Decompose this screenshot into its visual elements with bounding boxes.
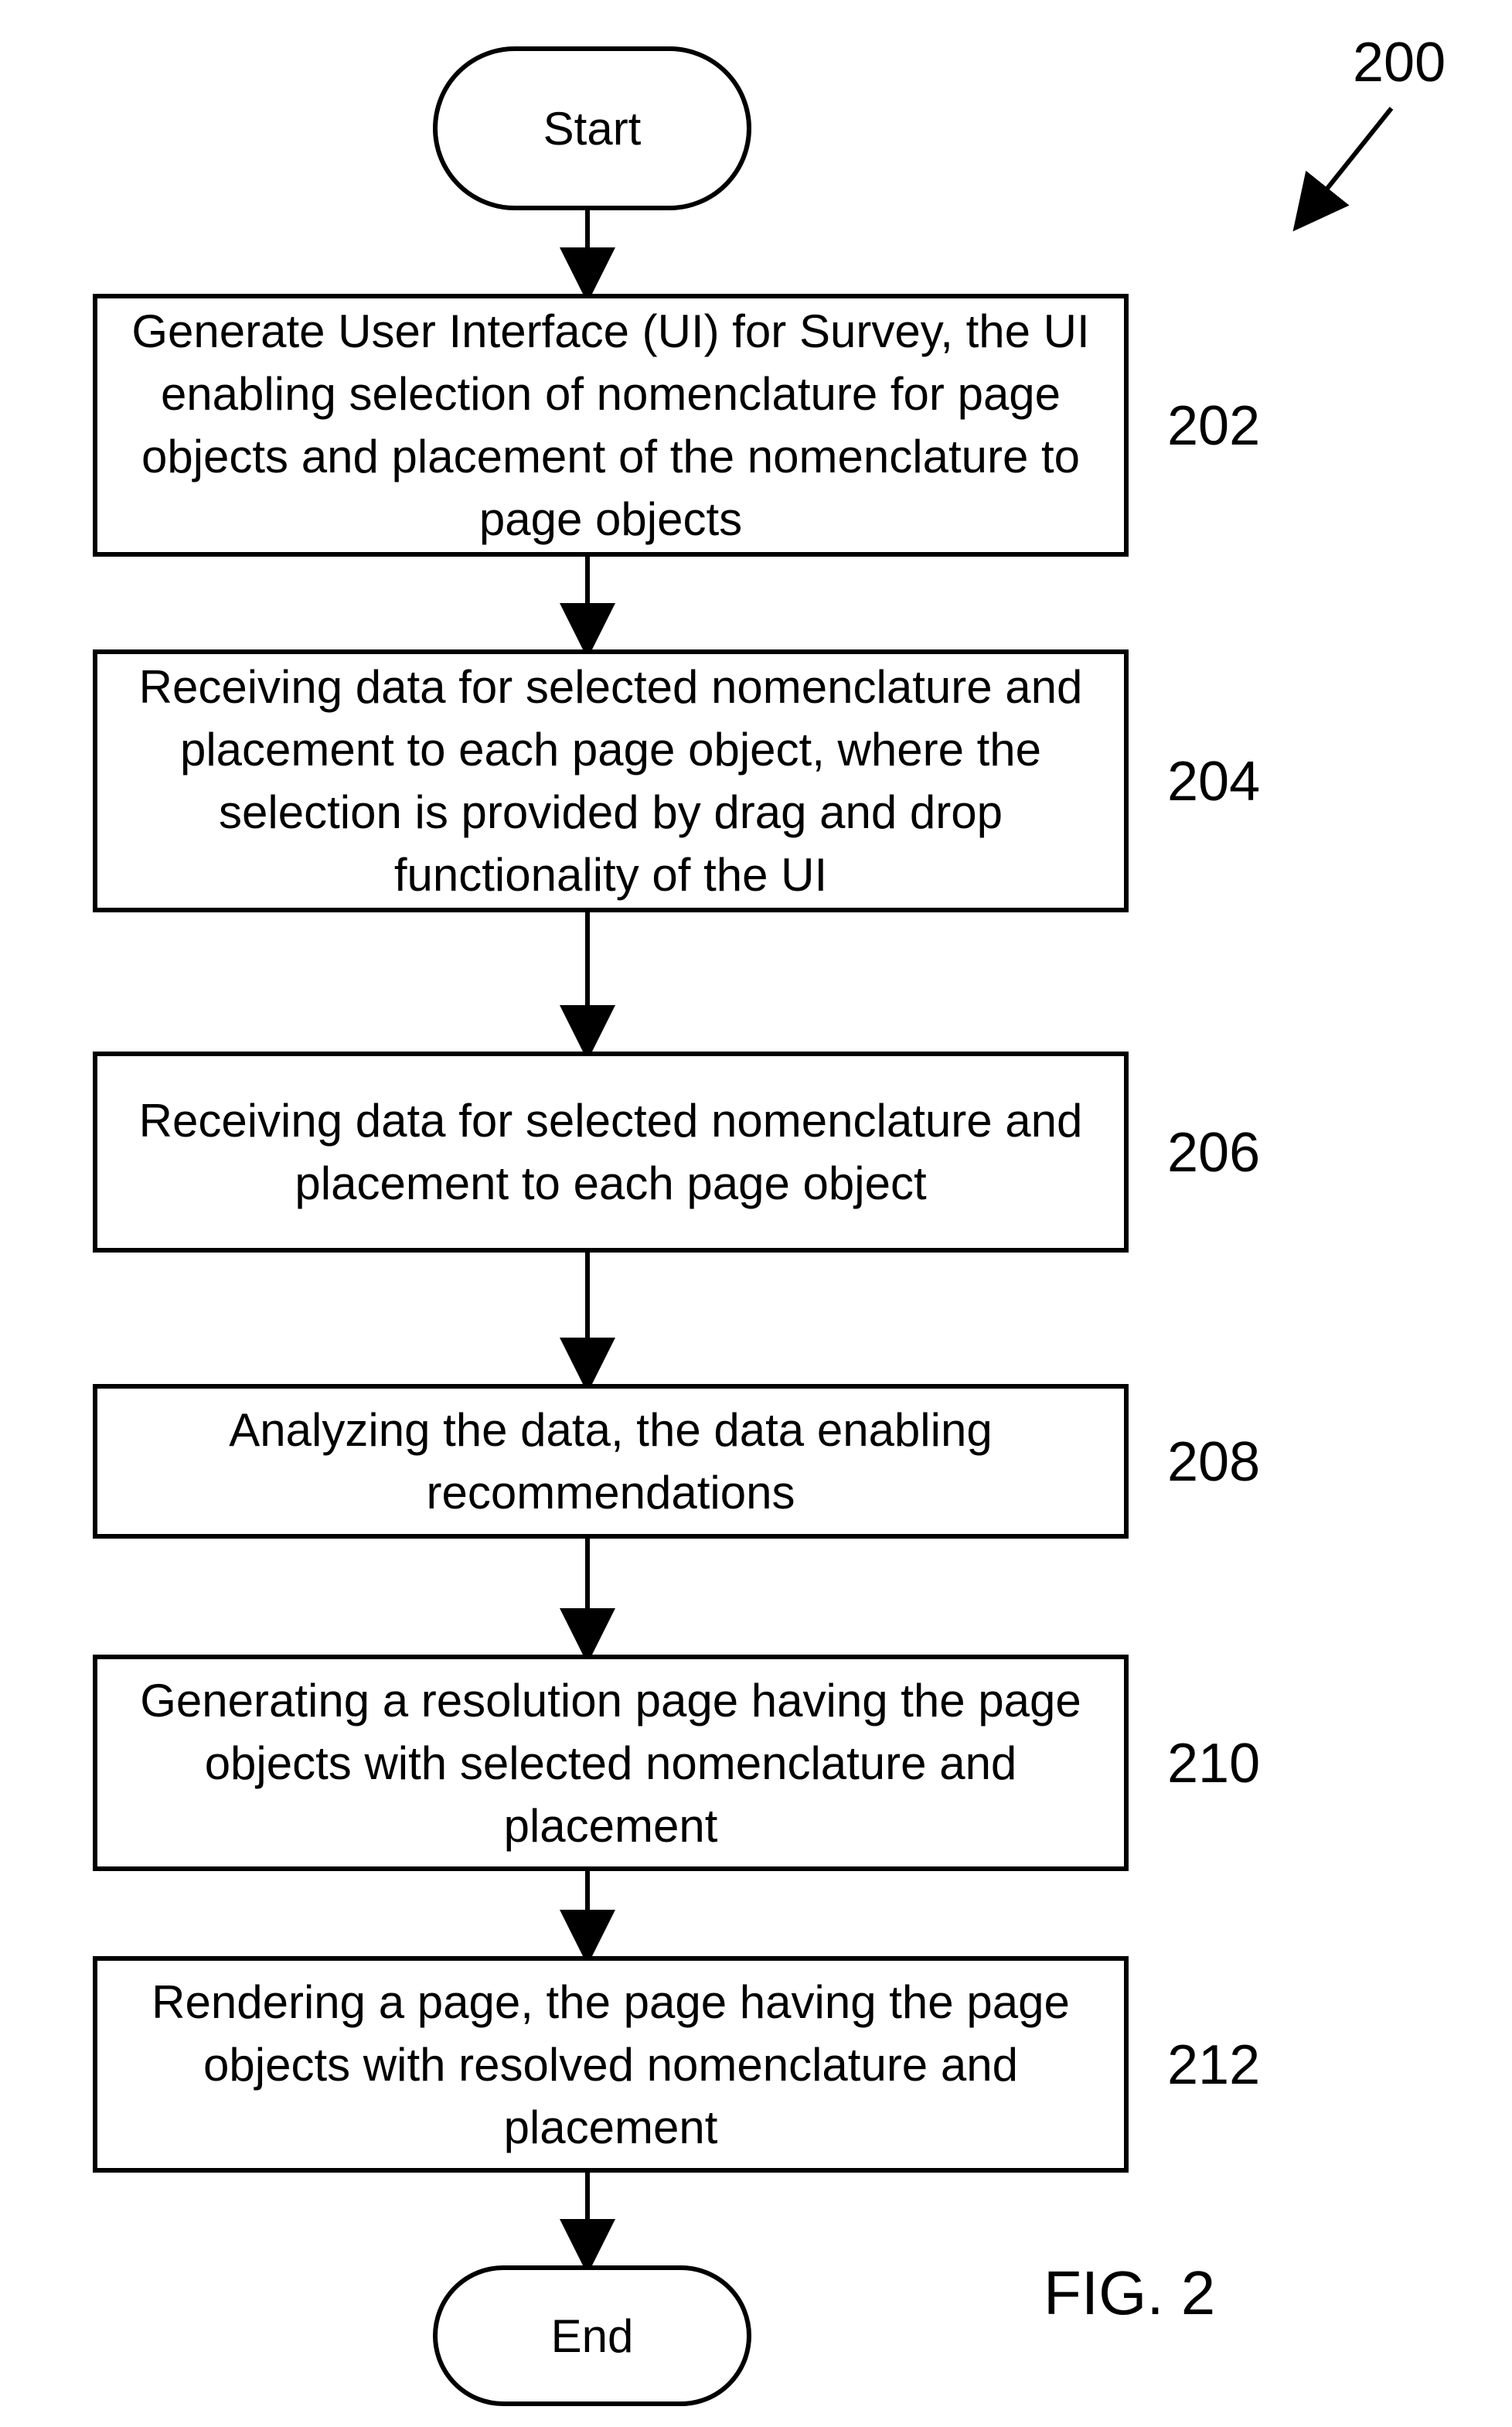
process-step-202: Generate User Interface (UI) for Survey,… — [93, 294, 1129, 557]
process-step-210-ref: 210 — [1167, 1732, 1260, 1795]
end-text: End — [551, 2309, 634, 2363]
start-terminator: Start — [433, 46, 751, 210]
process-step-206-text: Receiving data for selected nomenclature… — [128, 1089, 1093, 1215]
diagram-ref-label: 200 — [1353, 31, 1446, 94]
process-step-208: Analyzing the data, the data enabling re… — [93, 1384, 1129, 1539]
process-step-206: Receiving data for selected nomenclature… — [93, 1052, 1129, 1253]
start-text: Start — [543, 102, 642, 155]
process-step-210: Generating a resolution page having the … — [93, 1655, 1129, 1871]
process-step-202-ref: 202 — [1167, 394, 1260, 458]
process-step-206-ref: 206 — [1167, 1121, 1260, 1185]
process-step-210-text: Generating a resolution page having the … — [128, 1669, 1093, 1857]
process-step-204-ref: 204 — [1167, 750, 1260, 813]
process-step-208-text: Analyzing the data, the data enabling re… — [128, 1399, 1093, 1524]
process-step-204: Receiving data for selected nomenclature… — [93, 649, 1129, 912]
end-terminator: End — [433, 2265, 751, 2406]
process-step-212: Rendering a page, the page having the pa… — [93, 1956, 1129, 2173]
process-step-208-ref: 208 — [1167, 1430, 1260, 1494]
process-step-212-text: Rendering a page, the page having the pa… — [128, 1971, 1093, 2159]
flowchart-canvas: 200 Start Generate User Interface (UI) f… — [0, 0, 1512, 2427]
process-step-212-ref: 212 — [1167, 2033, 1260, 2097]
figure-label: FIG. 2 — [1044, 2258, 1215, 2329]
process-step-204-text: Receiving data for selected nomenclature… — [128, 656, 1093, 906]
process-step-202-text: Generate User Interface (UI) for Survey,… — [128, 300, 1093, 551]
